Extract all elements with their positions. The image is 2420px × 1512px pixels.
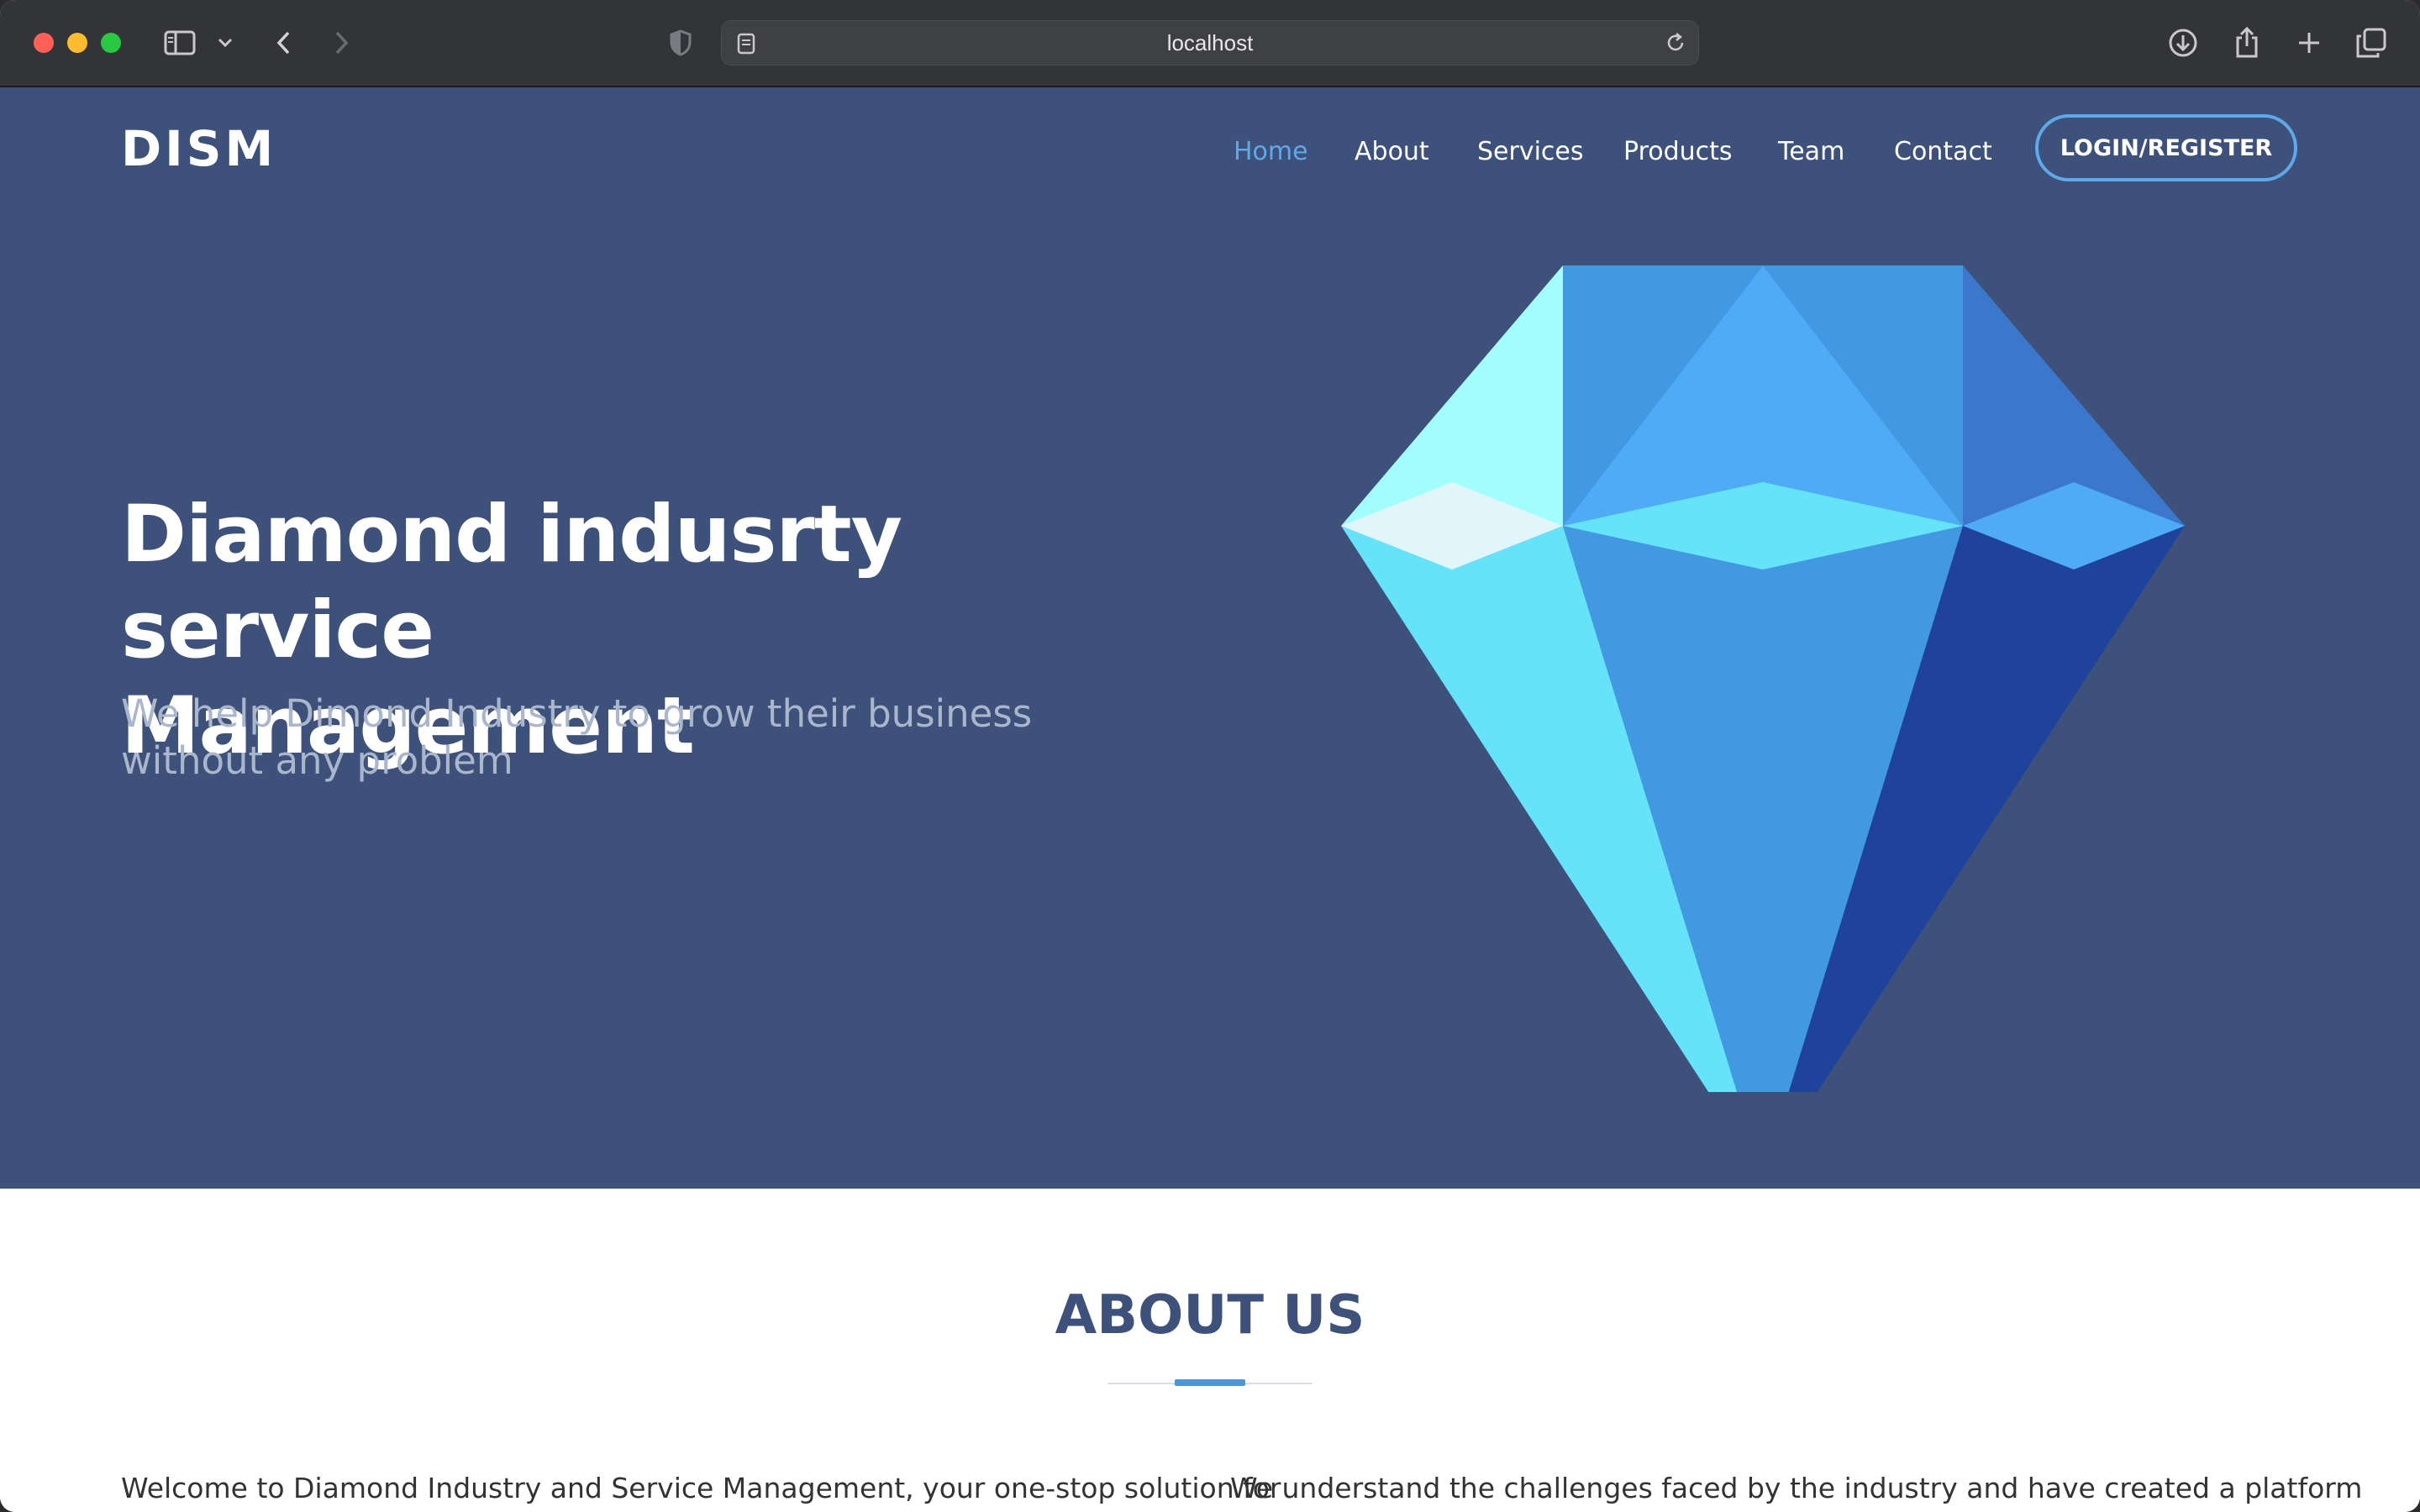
about-divider-accent	[1175, 1379, 1245, 1386]
minimize-window-button[interactable]	[67, 33, 87, 53]
sidebar-icon[interactable]	[163, 24, 197, 62]
hero-section: DISM Home About Services Products Team C…	[0, 87, 2420, 1189]
chevron-left-icon[interactable]	[271, 24, 296, 62]
about-text-left: Welcome to Diamond Industry and Service …	[121, 1472, 1281, 1504]
chevron-down-icon[interactable]	[215, 24, 235, 62]
hero-title-line-1: Diamond indusrty service	[121, 489, 902, 676]
shield-icon[interactable]	[667, 24, 694, 62]
nav-link-team[interactable]: Team	[1778, 128, 1844, 175]
about-title: ABOUT US	[1055, 1284, 1365, 1347]
tabs-overview-icon[interactable]	[2354, 24, 2388, 62]
nav-link-products[interactable]: Products	[1623, 128, 1733, 175]
browser-window: localhost DISM Home About Services Produ…	[0, 0, 2420, 1512]
browser-toolbar: localhost	[0, 0, 2420, 87]
nav-link-home[interactable]: Home	[1234, 128, 1308, 175]
chevron-right-icon[interactable]	[329, 24, 355, 62]
about-text-right: We understand the challenges faced by th…	[1230, 1472, 2363, 1504]
url-text: localhost	[1166, 29, 1254, 55]
web-page: DISM Home About Services Products Team C…	[0, 87, 2420, 1512]
diamond-illustration	[1341, 265, 2185, 1092]
zoom-window-button[interactable]	[101, 33, 121, 53]
login-register-button[interactable]: LOGIN/REGISTER	[2035, 114, 2297, 181]
hero-subtitle: We help Dimond Industry to grow their bu…	[121, 691, 1033, 783]
download-icon[interactable]	[2166, 24, 2200, 62]
close-window-button[interactable]	[34, 33, 54, 53]
nav-link-about[interactable]: About	[1355, 128, 1429, 175]
share-icon[interactable]	[2230, 24, 2264, 62]
nav-link-contact[interactable]: Contact	[1894, 128, 1992, 175]
plus-icon[interactable]	[2292, 24, 2326, 62]
reload-icon[interactable]	[1665, 32, 1686, 58]
nav-link-services[interactable]: Services	[1477, 128, 1584, 175]
address-bar[interactable]: localhost	[721, 20, 1699, 66]
